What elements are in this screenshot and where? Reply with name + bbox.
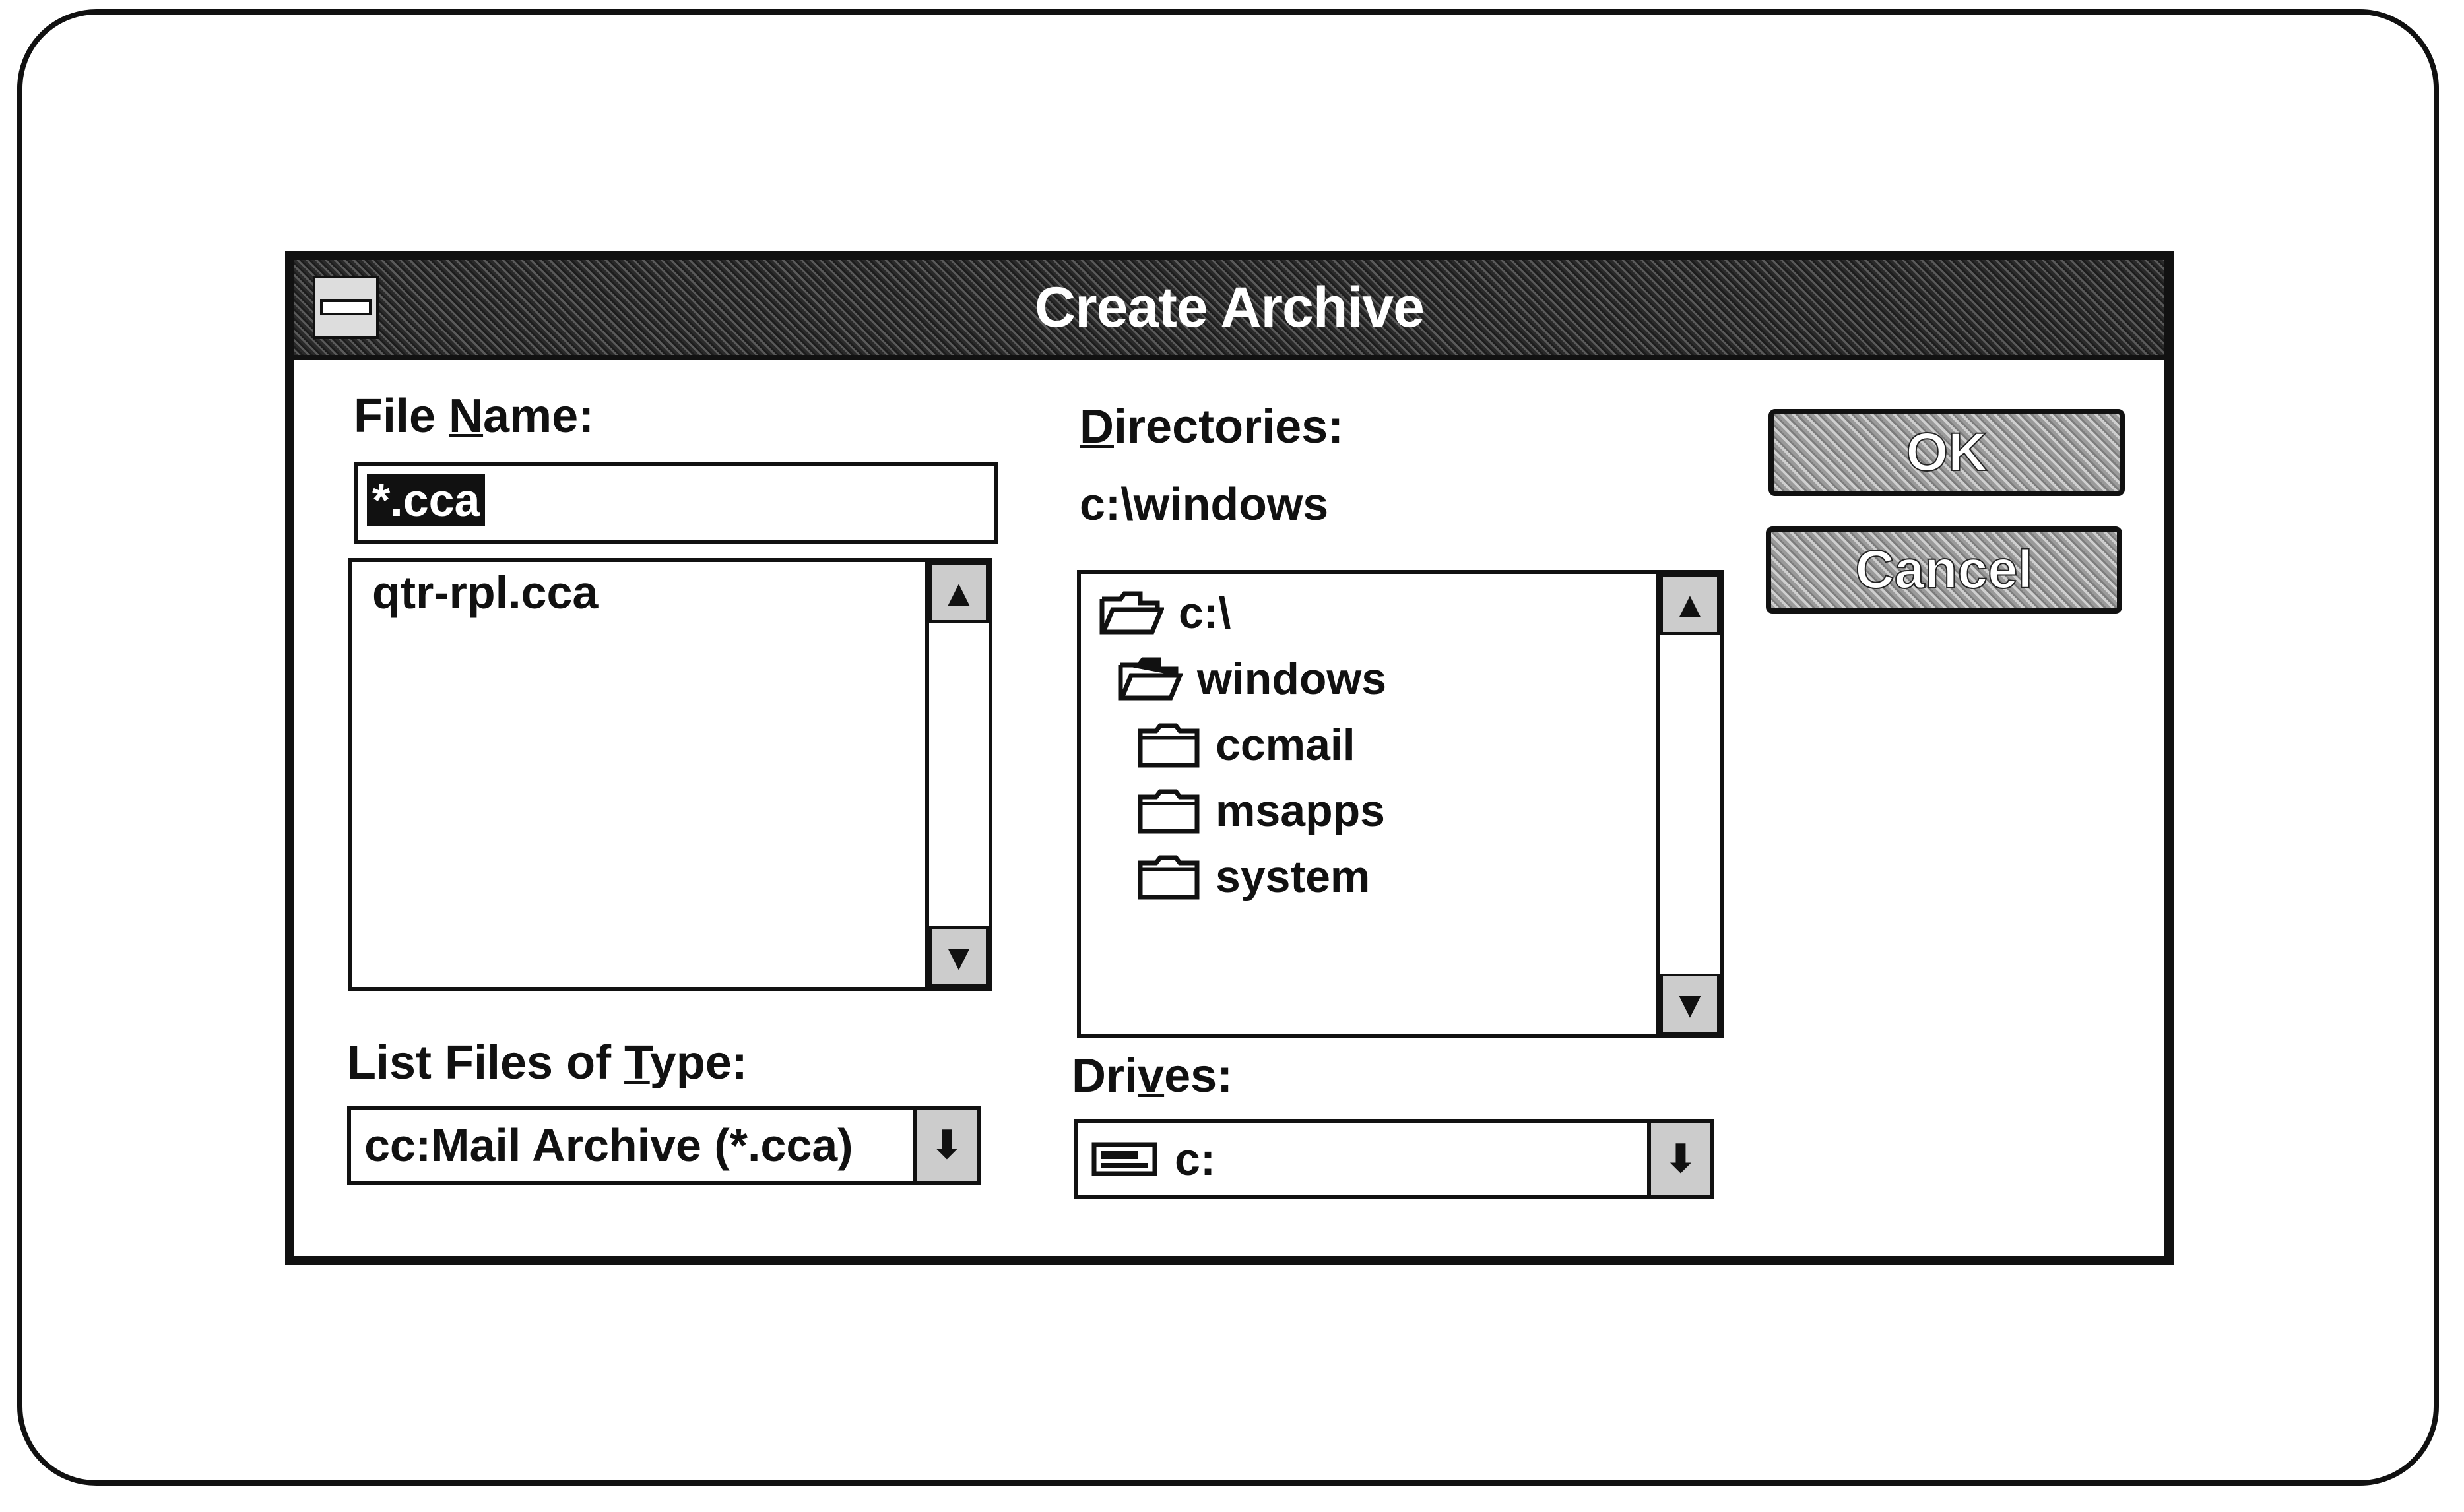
open-folder-icon xyxy=(1118,657,1183,701)
drives-value: c: xyxy=(1175,1133,1216,1185)
directory-name: ccmail xyxy=(1216,720,1355,770)
scroll-down-icon[interactable]: ▼ xyxy=(1660,974,1720,1034)
create-archive-dialog: Create Archive File Name: *.cca qtr-rpl.… xyxy=(285,251,2174,1265)
current-directory-path: c:\windows xyxy=(1080,478,1329,530)
drives-label: Drives: xyxy=(1072,1050,1233,1102)
folder-icon xyxy=(1138,789,1200,834)
drives-select[interactable]: c: ⬇ xyxy=(1074,1119,1714,1199)
directory-name: system xyxy=(1216,852,1371,902)
directory-item-system[interactable]: system xyxy=(1136,851,1370,902)
dialog-title: Create Archive xyxy=(1035,275,1425,339)
file-list-scrollbar[interactable]: ▲ ▼ xyxy=(925,562,989,987)
directory-name: msapps xyxy=(1216,786,1385,836)
file-type-label: List Files of Type: xyxy=(347,1036,748,1089)
file-type-select[interactable]: cc:Mail Archive (*.cca) ⬇ xyxy=(347,1106,981,1185)
drives-value-row: c: xyxy=(1091,1123,1216,1195)
dropdown-arrow-icon[interactable]: ⬇ xyxy=(913,1110,977,1181)
scroll-up-icon[interactable]: ▲ xyxy=(1660,574,1720,635)
folder-icon xyxy=(1138,855,1200,900)
directory-list-scrollbar[interactable]: ▲ ▼ xyxy=(1656,574,1720,1034)
hard-drive-icon xyxy=(1091,1142,1157,1176)
cancel-button[interactable]: Cancel xyxy=(1766,526,2122,614)
list-item[interactable]: qtr-rpl.cca xyxy=(372,566,598,619)
file-name-label: File Name: xyxy=(354,390,595,443)
title-bar: Create Archive xyxy=(294,260,2164,360)
directory-list[interactable]: c:\ windows ccmail msapps system ▲ ▼ xyxy=(1077,570,1724,1038)
scroll-down-icon[interactable]: ▼ xyxy=(929,926,989,987)
scroll-up-icon[interactable]: ▲ xyxy=(929,562,989,623)
file-name-input[interactable]: *.cca xyxy=(354,462,998,544)
directory-item-windows[interactable]: windows xyxy=(1118,653,1386,705)
directory-item-root[interactable]: c:\ xyxy=(1099,587,1231,639)
directories-label: Directories: xyxy=(1080,400,1344,453)
ok-button[interactable]: OK xyxy=(1768,409,2125,496)
file-type-value: cc:Mail Archive (*.cca) xyxy=(364,1119,853,1171)
directory-item-ccmail[interactable]: ccmail xyxy=(1136,719,1355,771)
file-list[interactable]: qtr-rpl.cca ▲ ▼ xyxy=(348,558,992,991)
open-folder-icon xyxy=(1099,591,1164,635)
directory-name: c:\ xyxy=(1179,588,1231,638)
directory-name: windows xyxy=(1197,654,1387,704)
directory-item-msapps[interactable]: msapps xyxy=(1136,785,1385,836)
dropdown-arrow-icon[interactable]: ⬇ xyxy=(1647,1123,1710,1195)
folder-icon xyxy=(1138,723,1200,768)
file-name-value: *.cca xyxy=(367,474,486,526)
